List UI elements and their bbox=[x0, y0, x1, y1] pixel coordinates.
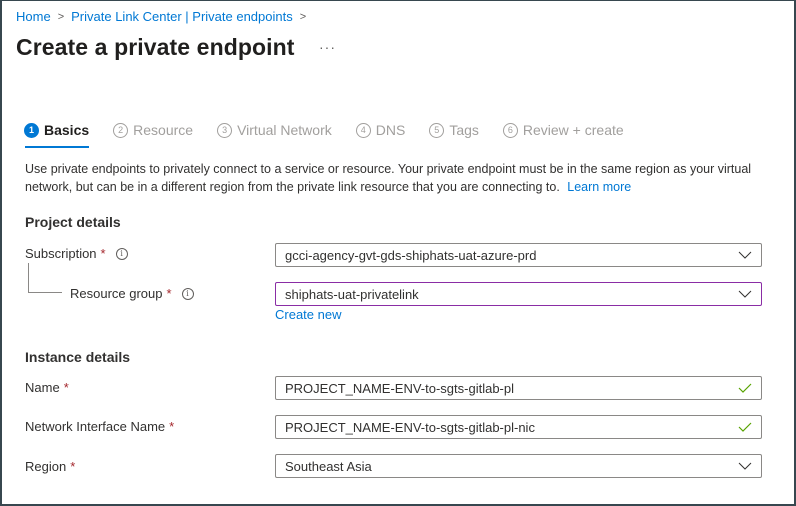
tab-label: Basics bbox=[44, 122, 90, 138]
breadcrumb-private-link-center[interactable]: Private Link Center | Private endpoints bbox=[71, 9, 293, 24]
required-asterisk: * bbox=[70, 459, 76, 474]
subscription-value: gcci-agency-gvt-gds-shiphats-uat-azure-p… bbox=[285, 247, 537, 263]
step-number-icon: 2 bbox=[113, 122, 129, 138]
step-number-icon: 1 bbox=[24, 122, 39, 138]
tab-tags[interactable]: 5 Tags bbox=[429, 119, 479, 141]
name-value: PROJECT_NAME-ENV-to-sgts-gitlab-pl bbox=[285, 380, 514, 396]
nic-name-label-text: Network Interface Name bbox=[25, 419, 166, 434]
page-title: Create a private endpoint bbox=[16, 34, 295, 60]
description-text: Use private endpoints to privately conne… bbox=[25, 162, 752, 194]
instance-details-heading: Instance details bbox=[25, 349, 131, 365]
region-label-text: Region bbox=[25, 459, 67, 474]
wizard-tabs: 1 Basics 2 Resource 3 Virtual Network 4 … bbox=[24, 119, 648, 148]
project-details-heading: Project details bbox=[25, 214, 121, 230]
region-label: Region * bbox=[25, 459, 75, 474]
tree-connector bbox=[28, 263, 62, 293]
tab-review-create[interactable]: 6 Review + create bbox=[502, 119, 624, 141]
chevron-right-icon: > bbox=[299, 10, 307, 23]
subscription-dropdown[interactable]: gcci-agency-gvt-gds-shiphats-uat-azure-p… bbox=[275, 243, 762, 267]
chevron-down-icon bbox=[738, 462, 752, 470]
tab-label: DNS bbox=[375, 122, 406, 138]
chevron-right-icon: > bbox=[57, 10, 65, 23]
checkmark-icon bbox=[738, 422, 752, 432]
tab-virtual-network[interactable]: 3 Virtual Network bbox=[217, 119, 332, 141]
resource-group-label: Resource group * i bbox=[70, 286, 194, 301]
tab-label: Virtual Network bbox=[237, 122, 332, 138]
step-number-icon: 5 bbox=[429, 122, 445, 138]
create-new-resource-group-link[interactable]: Create new bbox=[275, 307, 341, 322]
breadcrumb-home[interactable]: Home bbox=[16, 9, 51, 24]
step-number-icon: 4 bbox=[355, 122, 371, 138]
chevron-down-icon bbox=[738, 290, 752, 298]
resource-group-label-text: Resource group bbox=[70, 286, 163, 301]
page-frame: Home > Private Link Center | Private end… bbox=[0, 0, 796, 506]
resource-group-dropdown[interactable]: shiphats-uat-privatelink bbox=[275, 282, 762, 306]
tab-dns[interactable]: 4 DNS bbox=[355, 119, 406, 141]
step-number-icon: 3 bbox=[217, 122, 233, 138]
region-dropdown[interactable]: Southeast Asia bbox=[275, 454, 762, 478]
tab-basics[interactable]: 1 Basics bbox=[24, 119, 90, 148]
nic-name-value: PROJECT_NAME-ENV-to-sgts-gitlab-pl-nic bbox=[285, 419, 535, 435]
name-label-text: Name bbox=[25, 380, 60, 395]
breadcrumb: Home > Private Link Center | Private end… bbox=[16, 9, 313, 24]
required-asterisk: * bbox=[166, 286, 172, 301]
nic-name-label: Network Interface Name * bbox=[25, 419, 174, 434]
name-label: Name * bbox=[25, 380, 69, 395]
resource-group-value: shiphats-uat-privatelink bbox=[285, 286, 419, 302]
step-number-icon: 6 bbox=[502, 122, 518, 138]
learn-more-link[interactable]: Learn more bbox=[567, 180, 631, 194]
tab-resource[interactable]: 2 Resource bbox=[113, 119, 193, 141]
subscription-label-text: Subscription bbox=[25, 246, 97, 261]
info-icon[interactable]: i bbox=[115, 247, 128, 260]
info-icon[interactable]: i bbox=[181, 287, 194, 300]
network-interface-name-input[interactable]: PROJECT_NAME-ENV-to-sgts-gitlab-pl-nic bbox=[275, 415, 762, 439]
chevron-down-icon bbox=[738, 251, 752, 259]
name-input[interactable]: PROJECT_NAME-ENV-to-sgts-gitlab-pl bbox=[275, 376, 762, 400]
tab-label: Review + create bbox=[522, 122, 624, 138]
required-asterisk: * bbox=[169, 419, 175, 434]
tab-label: Tags bbox=[449, 122, 479, 138]
subscription-label: Subscription * i bbox=[25, 246, 128, 261]
tab-label: Resource bbox=[133, 122, 194, 138]
more-options-button[interactable]: ··· bbox=[319, 39, 336, 55]
description: Use private endpoints to privately conne… bbox=[25, 160, 785, 196]
region-value: Southeast Asia bbox=[285, 458, 372, 474]
required-asterisk: * bbox=[63, 380, 69, 395]
required-asterisk: * bbox=[100, 246, 106, 261]
checkmark-icon bbox=[738, 383, 752, 393]
